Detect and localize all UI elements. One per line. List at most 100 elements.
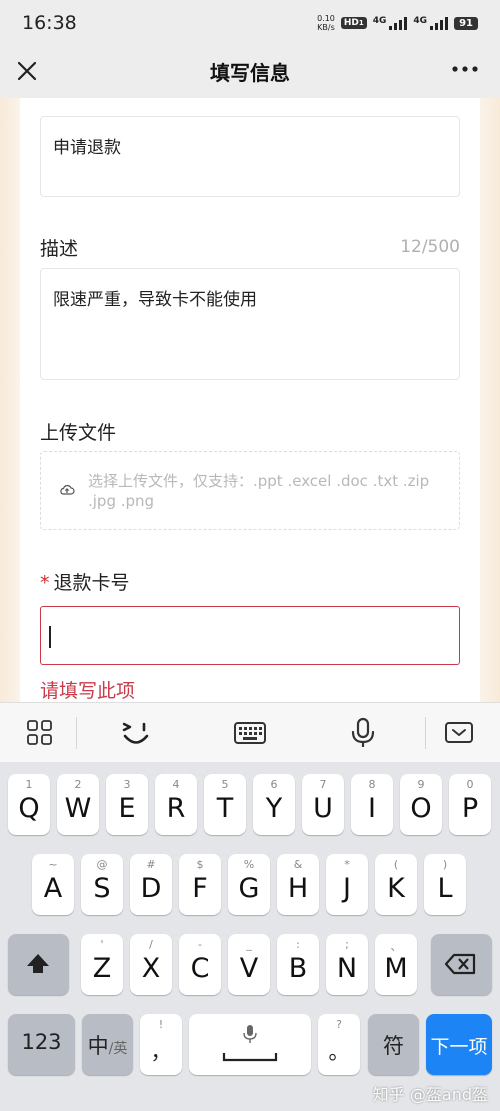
refund-card-input[interactable] [40, 606, 460, 665]
key-j[interactable]: * J [326, 854, 368, 915]
key-d[interactable]: # D [130, 854, 172, 915]
key-hint: 2 [74, 778, 82, 791]
key-hint: # [146, 858, 156, 871]
key-label: E [118, 793, 136, 824]
mic-small-icon [243, 1025, 257, 1043]
key-label: U [313, 793, 333, 824]
key-hint: % [243, 858, 255, 871]
key-x[interactable]: / X [130, 934, 172, 995]
key-m[interactable]: 、 M [375, 934, 417, 995]
key-label: N [336, 953, 358, 984]
key-hint: @ [96, 858, 108, 871]
key-c[interactable]: -C [179, 934, 221, 995]
key-e[interactable]: 3E [106, 774, 148, 835]
numbers-key-label: 123 [21, 1030, 62, 1054]
form-card: 申请退款 描述 12/500 限速严重，导致卡不能使用 上传文件 选择上传文件，… [20, 98, 480, 702]
symbols-key[interactable]: 符 [368, 1014, 419, 1075]
key-hint: 3 [123, 778, 131, 791]
key-hint: 9 [417, 778, 425, 791]
key-label: F [192, 873, 208, 904]
key-h[interactable]: & H [277, 854, 319, 915]
voice-input-button[interactable] [345, 715, 381, 751]
key-t[interactable]: 5T [204, 774, 246, 835]
key-label: B [288, 953, 308, 984]
key-f[interactable]: $ F [179, 854, 221, 915]
key-z[interactable]: ' Z [81, 934, 123, 995]
key-q[interactable]: 1Q [8, 774, 50, 835]
status-time: 16:38 [22, 12, 77, 34]
key-r[interactable]: 4R [155, 774, 197, 835]
required-mark: * [40, 572, 50, 594]
key-p[interactable]: 0P [449, 774, 491, 835]
signal-2-label: 4G [413, 16, 428, 26]
key-label: H [287, 873, 309, 904]
hd-icon: HD1 [340, 17, 367, 29]
key-hint: ) [442, 858, 448, 871]
key-hint: ( [393, 858, 399, 871]
comma-key[interactable]: ! ， [140, 1014, 182, 1075]
key-i[interactable]: 8I [351, 774, 393, 835]
description-counter: 12/500 [400, 237, 460, 257]
key-w[interactable]: 2W [57, 774, 99, 835]
signal-1-label: 4G [372, 16, 387, 26]
network-speed-value: 0.10 [317, 14, 335, 23]
battery-icon: 91 [454, 16, 478, 30]
key-label: W [64, 793, 92, 824]
key-hint: * [344, 858, 350, 871]
key-l[interactable]: ) L [424, 854, 466, 915]
key-s[interactable]: @ S [81, 854, 123, 915]
more-icon [452, 66, 478, 72]
status-icons: 0.10 KB/s HD1 4G 4G 91 [317, 14, 478, 32]
key-label: M [384, 953, 408, 984]
language-key-label: 中/英 [82, 1030, 133, 1060]
key-b[interactable]: :B [277, 934, 319, 995]
key-label: Z [92, 953, 112, 984]
emoji-button[interactable] [118, 715, 154, 751]
key-label: X [141, 953, 161, 984]
key-y[interactable]: 6Y [253, 774, 295, 835]
backspace-key[interactable] [431, 934, 492, 995]
numbers-key[interactable]: 123 [8, 1014, 75, 1075]
refund-card-label-row: * 退款卡号 [40, 568, 130, 595]
collapse-keyboard-icon [445, 722, 473, 743]
key-k[interactable]: (K [375, 854, 417, 915]
description-value: 限速严重，导致卡不能使用 [53, 290, 257, 310]
key-a[interactable]: ~ A [32, 854, 74, 915]
hd-badge-sub: 1 [358, 19, 364, 27]
key-hint: : [296, 938, 300, 951]
key-o[interactable]: 9O [400, 774, 442, 835]
upload-dropzone[interactable]: 选择上传文件，仅支持：.ppt .excel .doc .txt .zip .j… [40, 451, 460, 530]
key-label: R [166, 793, 186, 824]
key-label: G [238, 873, 260, 904]
key-hint: ' [100, 938, 104, 951]
next-field-key-label: 下一项 [430, 1036, 488, 1058]
upload-label: 上传文件 [40, 422, 117, 444]
refund-reason-field[interactable]: 申请退款 [40, 116, 460, 197]
space-key[interactable] [189, 1014, 311, 1075]
description-label: 描述 [40, 238, 79, 260]
more-button[interactable] [448, 54, 482, 84]
emoji-icon [122, 722, 149, 744]
title-bar: 填写信息 [0, 46, 500, 98]
key-hint: 5 [221, 778, 229, 791]
description-field[interactable]: 限速严重，导致卡不能使用 [40, 268, 460, 380]
period-key-hint: ? [336, 1018, 342, 1031]
comma-key-label: ， [150, 1040, 172, 1064]
language-switch-key[interactable]: 中/英 [82, 1014, 133, 1075]
key-hint: 8 [368, 778, 376, 791]
next-field-key[interactable]: 下一项 [426, 1014, 492, 1075]
text-caret [49, 626, 51, 648]
keyboard-menu-button[interactable] [22, 715, 58, 751]
comma-key-hint: ! [158, 1018, 164, 1031]
key-v[interactable]: _ V [228, 934, 270, 995]
key-hint: ~ [48, 858, 58, 871]
key-label: D [140, 873, 162, 904]
shift-key[interactable] [8, 934, 69, 995]
key-n[interactable]: ; N [326, 934, 368, 995]
key-u[interactable]: 7U [302, 774, 344, 835]
soft-keyboard: 1Q2W3E4R5T6Y7U8I9O0P ~ A @ S # D $ F% G & H * J(K) L … [0, 762, 500, 1111]
collapse-keyboard-button[interactable] [441, 715, 477, 751]
keyboard-switch-button[interactable] [232, 715, 268, 751]
key-g[interactable]: % G [228, 854, 270, 915]
period-key[interactable]: ? 。 [318, 1014, 360, 1075]
